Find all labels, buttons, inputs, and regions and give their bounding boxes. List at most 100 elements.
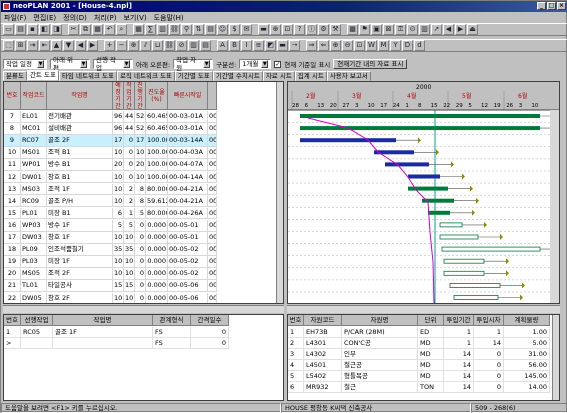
table-row[interactable]: > FS 0 bbox=[4, 338, 229, 349]
info-icon[interactable]: ⓘ bbox=[306, 24, 317, 35]
dependency-select[interactable]: 아래 위편 ▼ bbox=[50, 56, 90, 72]
report-icon[interactable]: ▤ bbox=[205, 24, 216, 35]
zoomout-icon[interactable]: ⊖ bbox=[342, 40, 353, 51]
find-icon[interactable]: ⌕ bbox=[116, 24, 127, 35]
table-row[interactable]: 10MS01조적 B110010100.00000-04-03A00- bbox=[4, 147, 217, 159]
preview-icon[interactable]: ◨ bbox=[51, 24, 62, 35]
table-row[interactable]: 4 L4501 철근공 MD 14 0 56.00 bbox=[288, 360, 550, 371]
tab-8[interactable]: 사용자 보고서 bbox=[326, 71, 371, 81]
new-icon[interactable]: ▭ bbox=[3, 24, 14, 35]
lock-icon[interactable]: ⊠ bbox=[383, 24, 394, 35]
color-icon[interactable]: ◩ bbox=[265, 40, 276, 51]
table-row[interactable]: 1 RC05 골조 1F FS 0 bbox=[4, 327, 229, 338]
table-row[interactable]: 1 EH73B P/CAR (28M) ED 1 1 1.00 bbox=[288, 327, 550, 338]
tab-1[interactable]: 간트 도표 bbox=[26, 70, 59, 81]
up-icon[interactable]: ▲ bbox=[51, 40, 62, 51]
grid-header-5[interactable]: 진행기간 bbox=[135, 82, 146, 109]
tab-0[interactable]: 분류도 bbox=[3, 71, 27, 81]
table-row[interactable]: 12DW01창호 B110010100.00000-04-14A00- bbox=[4, 171, 217, 184]
table-row[interactable]: 9RC07골조 2F17017100.00000-03-14A00- bbox=[4, 135, 217, 147]
menu-define[interactable]: 정의(D) bbox=[63, 13, 87, 23]
table-row[interactable]: 5 L5402 형틀목공 MD 14 0 145.00 bbox=[288, 371, 550, 382]
sort-select[interactable]: 작업 자원 ▼ bbox=[173, 56, 214, 72]
copy-icon[interactable]: ⧉ bbox=[80, 24, 91, 35]
save-icon[interactable]: ▪ bbox=[27, 24, 38, 35]
week-icon[interactable]: W bbox=[366, 40, 377, 51]
cut-icon[interactable]: ✂ bbox=[68, 24, 79, 35]
grid-header-4[interactable]: 작업기간 bbox=[124, 82, 135, 109]
tree-icon[interactable]: ⊞ bbox=[15, 40, 26, 51]
table-row[interactable]: 16WP03방수 1F5500.00000-05-0100- bbox=[4, 219, 217, 232]
resource-icon[interactable]: ☺ bbox=[217, 24, 228, 35]
paste-icon[interactable]: ▦ bbox=[92, 24, 103, 35]
res_table-header-6[interactable]: 계획물량 bbox=[504, 315, 550, 325]
tab-6[interactable]: 자료 시트 bbox=[262, 71, 295, 81]
work-range-select[interactable]: 작업 일정 ▼ bbox=[3, 59, 47, 69]
table-row[interactable]: 2 L4301 CON'C공 MD 1 14 5.00 bbox=[288, 338, 550, 349]
mail-icon[interactable]: ✉ bbox=[241, 24, 252, 35]
tab-2[interactable]: 타임 네트워크 도표 bbox=[58, 71, 117, 81]
month-icon[interactable]: M bbox=[378, 40, 389, 51]
zoomin-icon[interactable]: ⊕ bbox=[330, 40, 341, 51]
sel-icon[interactable]: ⬚ bbox=[3, 40, 14, 51]
undo-icon[interactable]: ↶ bbox=[104, 24, 115, 35]
baseline-checkbox[interactable]: ✓ bbox=[274, 60, 282, 68]
add-icon[interactable]: + bbox=[104, 40, 115, 51]
grid-header-7[interactable]: 빠른시작일 bbox=[168, 82, 208, 109]
res_table-header-4[interactable]: 투입기간 bbox=[444, 315, 474, 325]
tab-4[interactable]: 기간별 도표 bbox=[174, 71, 213, 81]
table-icon[interactable]: ▦ bbox=[133, 24, 144, 35]
print-icon[interactable]: ◧ bbox=[39, 24, 50, 35]
period-button[interactable]: 현재기간 내의 자료 표시 bbox=[333, 59, 408, 69]
table-row[interactable]: 6 MR932 철근 TON 14 0 14.00 bbox=[288, 382, 550, 393]
grid-header-2[interactable]: 작업명 bbox=[47, 82, 113, 109]
back-icon[interactable]: ◀ bbox=[443, 24, 454, 35]
minimize-button[interactable]: _ bbox=[537, 2, 546, 10]
menu-file[interactable]: 파일(F) bbox=[4, 13, 26, 23]
next-icon[interactable]: ▶ bbox=[455, 24, 466, 35]
ins-icon[interactable]: ⊕ bbox=[128, 40, 139, 51]
help-icon[interactable]: ? bbox=[294, 24, 305, 35]
res_table-header-5[interactable]: 투입시차 bbox=[474, 315, 504, 325]
chart-icon[interactable]: ▥ bbox=[157, 24, 168, 35]
pred_table-header-0[interactable]: 번호 bbox=[4, 315, 21, 325]
tab-3[interactable]: 로직 네트워크 도표 bbox=[116, 71, 175, 81]
pred_table-header-1[interactable]: 선행작업 bbox=[21, 315, 53, 325]
table-row[interactable]: 14RC09골조 P/H102859.61200-04-21A00- bbox=[4, 195, 217, 208]
left-icon[interactable]: ◀ bbox=[75, 40, 86, 51]
back-icon[interactable]: ⇐ bbox=[318, 40, 329, 51]
res_table-header-3[interactable]: 단위 bbox=[418, 315, 444, 325]
open-icon[interactable]: ▤ bbox=[15, 24, 26, 35]
cfg-icon[interactable]: ⚙ bbox=[318, 24, 329, 35]
right-icon[interactable]: ▶ bbox=[87, 40, 98, 51]
task-grid-scrollbar[interactable] bbox=[276, 82, 283, 303]
maximize-button[interactable]: □ bbox=[547, 2, 556, 10]
calendar-icon[interactable]: ▣ bbox=[371, 24, 382, 35]
unlink-icon[interactable]: ⊘ bbox=[176, 40, 187, 51]
date-icon[interactable]: D bbox=[402, 40, 413, 51]
col-icon[interactable]: ▥ bbox=[188, 40, 199, 51]
font-icon[interactable]: A bbox=[217, 40, 228, 51]
table-row[interactable]: 8MC01설비배관96445260.46500-03-01A00- bbox=[4, 123, 217, 135]
menu-edit[interactable]: 편집(E) bbox=[33, 13, 56, 23]
link-icon[interactable]: ⛓ bbox=[164, 40, 175, 51]
exit-icon[interactable]: ⏏ bbox=[467, 24, 478, 35]
close-button[interactable]: × bbox=[557, 2, 566, 10]
split-icon[interactable]: ⫽ bbox=[140, 40, 151, 51]
grid-hscrollbar[interactable] bbox=[3, 305, 284, 313]
arrow-icon[interactable]: ➝ bbox=[289, 40, 300, 51]
table-row[interactable]: 11WP01방수 B120020100.00000-04-07A00- bbox=[4, 159, 217, 172]
table-row[interactable]: 19PL03미장 1F101000.00000-05-0200- bbox=[4, 256, 217, 268]
sort-icon[interactable]: ⇅ bbox=[193, 24, 204, 35]
res_table-header-1[interactable]: 자원코드 bbox=[304, 315, 342, 325]
fit-icon[interactable]: ⊡ bbox=[282, 24, 293, 35]
indent-icon[interactable]: ⇥ bbox=[27, 40, 38, 51]
res_table-header-2[interactable]: 자원명 bbox=[342, 315, 418, 325]
del-icon[interactable]: − bbox=[116, 40, 127, 51]
table-row[interactable]: 17DW03창호 1F101000.00000-05-0100- bbox=[4, 232, 217, 244]
table-row[interactable]: 7EL01전기배관96445260.46500-03-01A00- bbox=[4, 111, 217, 123]
table-row[interactable]: 3 L4302 인부 MD 14 0 31.00 bbox=[288, 349, 550, 360]
down-icon[interactable]: ▼ bbox=[63, 40, 74, 51]
align-icon[interactable]: ≡ bbox=[253, 40, 264, 51]
pred_table-header-3[interactable]: 관계형식 bbox=[153, 315, 191, 325]
